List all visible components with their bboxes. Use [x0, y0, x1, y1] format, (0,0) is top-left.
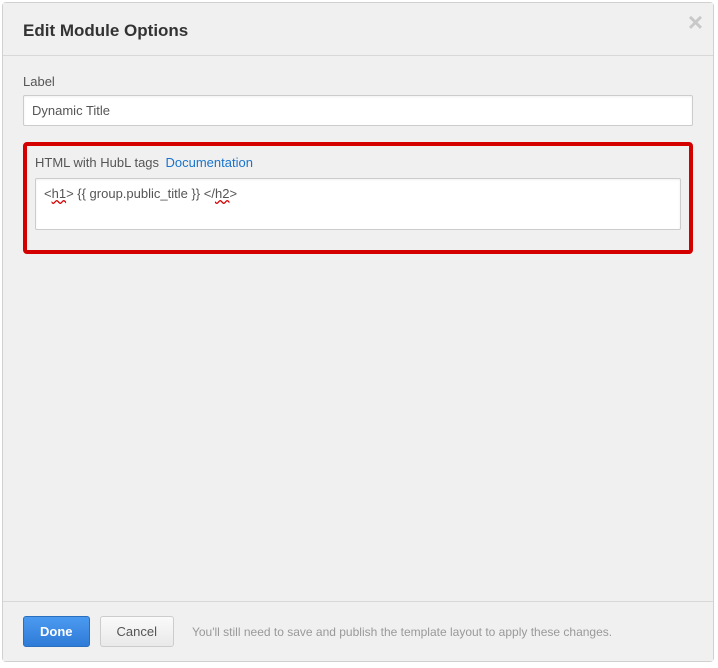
modal-header: Edit Module Options ×: [3, 3, 713, 56]
html-hubl-section: HTML with HubL tags Documentation <h1> {…: [23, 142, 693, 254]
html-field-label: HTML with HubL tags: [35, 155, 159, 170]
footer-hint: You'll still need to save and publish th…: [192, 625, 612, 639]
done-button[interactable]: Done: [23, 616, 90, 647]
html-label-row: HTML with HubL tags Documentation: [35, 154, 681, 172]
code-tag-h1: h1: [52, 186, 66, 201]
code-tag-h2: h2: [215, 186, 229, 201]
close-icon[interactable]: ×: [688, 9, 703, 35]
modal-title: Edit Module Options: [23, 21, 693, 41]
modal-footer: Done Cancel You'll still need to save an…: [3, 601, 713, 661]
label-field-group: Label: [23, 74, 693, 126]
documentation-link[interactable]: Documentation: [165, 155, 252, 170]
edit-module-modal: Edit Module Options × Label HTML with Hu…: [2, 2, 714, 662]
html-code-textarea[interactable]: <h1> {{ group.public_title }} </h2>: [35, 178, 681, 230]
modal-body: Label HTML with HubL tags Documentation …: [3, 56, 713, 601]
cancel-button[interactable]: Cancel: [100, 616, 174, 647]
label-field-label: Label: [23, 74, 693, 89]
label-input[interactable]: [23, 95, 693, 126]
